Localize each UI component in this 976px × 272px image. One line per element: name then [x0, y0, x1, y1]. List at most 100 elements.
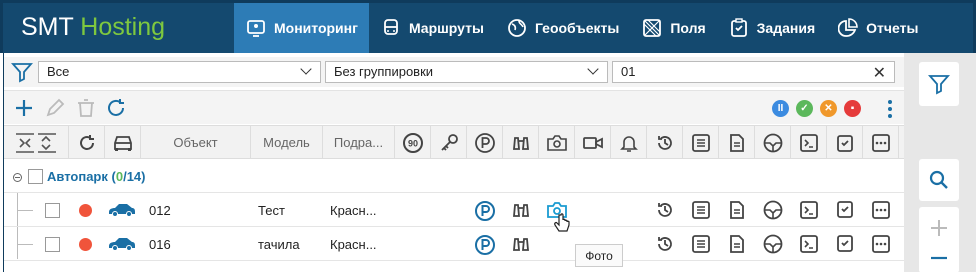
refresh-icon [79, 134, 94, 150]
speed-badge-text: 90 [407, 138, 417, 148]
video-col-header[interactable] [575, 126, 611, 159]
filter-icon [928, 75, 950, 95]
list-col-header[interactable] [683, 126, 719, 159]
clipboard-check-icon [730, 18, 747, 37]
trash-icon[interactable] [75, 97, 97, 119]
row-checkbox[interactable] [45, 203, 60, 218]
driver-col-header[interactable] [755, 126, 791, 159]
row-checkbox[interactable] [45, 237, 60, 252]
pause-status-icon[interactable]: II [772, 100, 789, 117]
scope-select[interactable]: Все [38, 61, 321, 83]
group-row[interactable]: Автопарк (0/14) [4, 161, 905, 193]
parking-col-header[interactable] [467, 126, 503, 159]
objects-panel: Все Без группировки 01 ✕ II ✓ ✕ ▪ Объект… [3, 53, 905, 272]
map-search-button[interactable] [919, 159, 959, 201]
binoculars-col-header[interactable] [503, 126, 539, 159]
add-icon[interactable] [13, 97, 35, 119]
zoom-out-icon[interactable] [930, 256, 948, 260]
table-row[interactable]: 016 тачила Красн... [4, 228, 905, 261]
more-vertical-icon[interactable] [886, 99, 894, 119]
close-icon[interactable]: ✕ [873, 63, 886, 83]
division-col-header[interactable]: Подра... [323, 126, 395, 159]
nav-label: Задания [756, 20, 816, 36]
group-checkbox[interactable] [28, 169, 43, 184]
grouping-value: Без группировки [334, 64, 434, 79]
list-icon[interactable] [691, 234, 711, 254]
expand-collapse-header[interactable] [4, 126, 69, 159]
clipboard-check-icon[interactable] [835, 199, 855, 219]
terminal-col-header[interactable] [791, 126, 827, 159]
table-row[interactable]: 012 Тест Красн... [4, 194, 905, 232]
status-dot-offline [79, 204, 92, 217]
terminal-icon[interactable] [799, 200, 819, 220]
object-col-header[interactable]: Объект [141, 126, 251, 159]
nav-tasks[interactable]: Задания [717, 3, 826, 53]
nav-reports[interactable]: Отчеты [826, 3, 929, 53]
history-icon[interactable] [655, 200, 675, 220]
lock-status-icon[interactable]: ▪ [844, 100, 861, 117]
zoom-control [919, 207, 959, 272]
monitor-pin-icon [247, 20, 265, 37]
photo-col-header[interactable] [539, 126, 575, 159]
nav-fields[interactable]: Поля [630, 3, 716, 53]
steering-wheel-icon[interactable] [762, 199, 784, 221]
map-side-panel [904, 53, 976, 272]
refresh-col-header[interactable] [69, 126, 105, 159]
ignition-col-header[interactable] [431, 126, 467, 159]
group-total-count: 14 [126, 169, 142, 184]
more-col-header[interactable] [863, 126, 899, 159]
terminal-icon[interactable] [799, 234, 819, 254]
list-icon[interactable] [691, 200, 711, 220]
brand-logo[interactable]: SMT Hosting [21, 13, 165, 42]
search-value: 01 [621, 64, 636, 79]
binoculars-icon[interactable] [511, 200, 531, 220]
speed-limit-icon: 90 [402, 132, 423, 153]
alerts-col-header[interactable] [611, 126, 647, 159]
check-status-icon[interactable]: ✓ [796, 100, 813, 117]
map-filter-button[interactable] [919, 62, 959, 106]
tree-connector [17, 210, 33, 211]
document-icon [729, 133, 744, 152]
filter-icon[interactable] [11, 61, 33, 83]
more-horizontal-icon[interactable] [871, 200, 891, 220]
document-icon[interactable] [727, 234, 747, 254]
nav-monitoring[interactable]: Мониторинг [234, 3, 369, 53]
speed-col-header[interactable]: 90 [395, 126, 431, 159]
group-label: Автопарк (0/14) [47, 169, 146, 184]
more-horizontal-icon[interactable] [871, 234, 891, 254]
document-icon[interactable] [727, 200, 747, 220]
nav-routes[interactable]: Маршруты [369, 3, 495, 53]
zoom-in-icon[interactable] [930, 219, 948, 237]
parking-icon[interactable] [474, 234, 496, 256]
video-camera-icon [582, 136, 603, 149]
top-bar: SMT Hosting Мониторинг Маршруты Геообъек… [0, 0, 976, 53]
steering-wheel-icon[interactable] [762, 233, 784, 255]
bus-icon [384, 19, 398, 35]
nav-label: Маршруты [408, 20, 484, 36]
collapse-icon[interactable] [13, 173, 22, 182]
clipboard-check-icon[interactable] [835, 233, 855, 253]
parking-icon[interactable] [474, 200, 496, 222]
tools-status-icon[interactable]: ✕ [820, 100, 837, 117]
model-col-header[interactable]: Модель [251, 126, 323, 159]
edit-icon[interactable] [44, 97, 66, 119]
camera-icon [546, 134, 567, 151]
nav-geoobjects[interactable]: Геообъекты [495, 3, 630, 53]
object-name: 012 [149, 203, 171, 218]
grouping-select[interactable]: Без группировки [325, 61, 608, 83]
history-col-header[interactable] [647, 126, 683, 159]
globe-icon [508, 19, 526, 37]
more-horizontal-icon [871, 133, 890, 152]
field-icon [643, 19, 662, 37]
chart-icon [838, 18, 858, 37]
nav-label: Мониторинг [274, 20, 358, 36]
history-icon[interactable] [655, 234, 675, 254]
car-icon [109, 238, 135, 251]
document-col-header[interactable] [719, 126, 755, 159]
vehicle-col-header[interactable] [105, 126, 141, 159]
tasks-col-header[interactable] [827, 126, 863, 159]
car-icon [109, 204, 135, 217]
binoculars-icon[interactable] [511, 234, 531, 254]
search-input[interactable]: 01 ✕ [612, 61, 895, 83]
refresh-icon[interactable] [105, 97, 127, 119]
